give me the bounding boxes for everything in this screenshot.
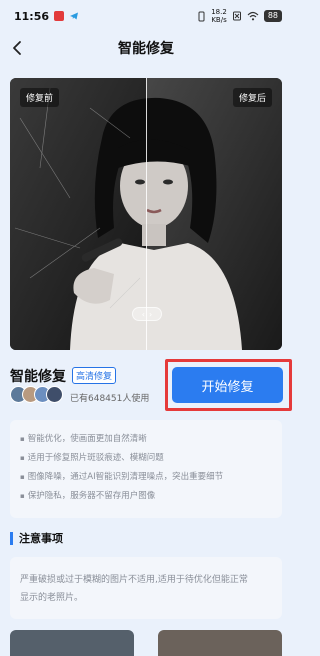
start-repair-button[interactable]: 开始修复 xyxy=(172,367,283,403)
network-speed: 18.2 KB/s xyxy=(211,8,227,24)
battery-indicator: 88 xyxy=(263,10,282,22)
before-after-compare[interactable]: 修复前 修复后 ‹ › xyxy=(10,78,282,350)
avatar xyxy=(46,386,63,403)
hd-badge: 高清修复 xyxy=(72,367,117,384)
status-left: 11:56 xyxy=(14,10,79,23)
notice-card: 严重破损或过于模糊的图片不适用,适用于待优化但能正常 显示的老照片。 xyxy=(10,557,282,619)
feature-title: 智能修复 xyxy=(10,369,66,385)
vibrate-icon xyxy=(198,11,205,21)
benefits-list: 智能优化，使画面更加自然清晰 适用于修复照片斑驳痕迹、模糊问题 图像降噪，通过A… xyxy=(20,430,272,506)
notice-heading: 注意事项 xyxy=(10,532,63,545)
benefits-card: 智能优化，使画面更加自然清晰 适用于修复照片斑驳痕迹、模糊问题 图像降噪，通过A… xyxy=(10,420,282,518)
user-avatars xyxy=(10,386,70,404)
telegram-icon xyxy=(70,12,79,20)
example-thumbnail-right[interactable] xyxy=(158,630,282,656)
benefit-item: 保护隐私，服务器不留存用户图像 xyxy=(20,487,272,506)
nav-bar: 智能修复 xyxy=(0,32,292,64)
before-label: 修复前 xyxy=(20,88,60,107)
status-time: 11:56 xyxy=(14,9,50,23)
network-speed-unit: KB/s xyxy=(211,16,227,24)
chevron-left-icon: ‹ xyxy=(141,309,145,319)
no-sim-icon xyxy=(232,11,241,21)
compare-slider-handle[interactable]: ‹ › xyxy=(132,307,162,321)
notice-text-line1: 严重破损或过于模糊的图片不适用,适用于待优化但能正常 xyxy=(20,575,248,585)
example-thumbnail-left[interactable] xyxy=(10,630,134,656)
notification-app-icon xyxy=(54,11,65,21)
network-speed-value: 18.2 xyxy=(211,8,227,16)
notice-text-line2: 显示的老照片。 xyxy=(20,593,84,603)
benefit-item: 适用于修复照片斑驳痕迹、模糊问题 xyxy=(20,449,272,468)
back-arrow-icon[interactable] xyxy=(10,40,26,56)
usage-count: 已有648451人使用 xyxy=(70,394,150,404)
status-bar: 11:56 18.2 KB/s 88 xyxy=(0,0,292,32)
wifi-icon xyxy=(247,11,259,21)
page-title: 智能修复 xyxy=(118,41,174,57)
after-label: 修复后 xyxy=(232,88,272,107)
benefit-item: 图像降噪，通过AI智能识别清理噪点，突出重要细节 xyxy=(20,468,272,487)
benefit-item: 智能优化，使画面更加自然清晰 xyxy=(20,430,272,449)
status-right: 18.2 KB/s 88 xyxy=(197,8,282,24)
chevron-right-icon: › xyxy=(149,309,153,319)
